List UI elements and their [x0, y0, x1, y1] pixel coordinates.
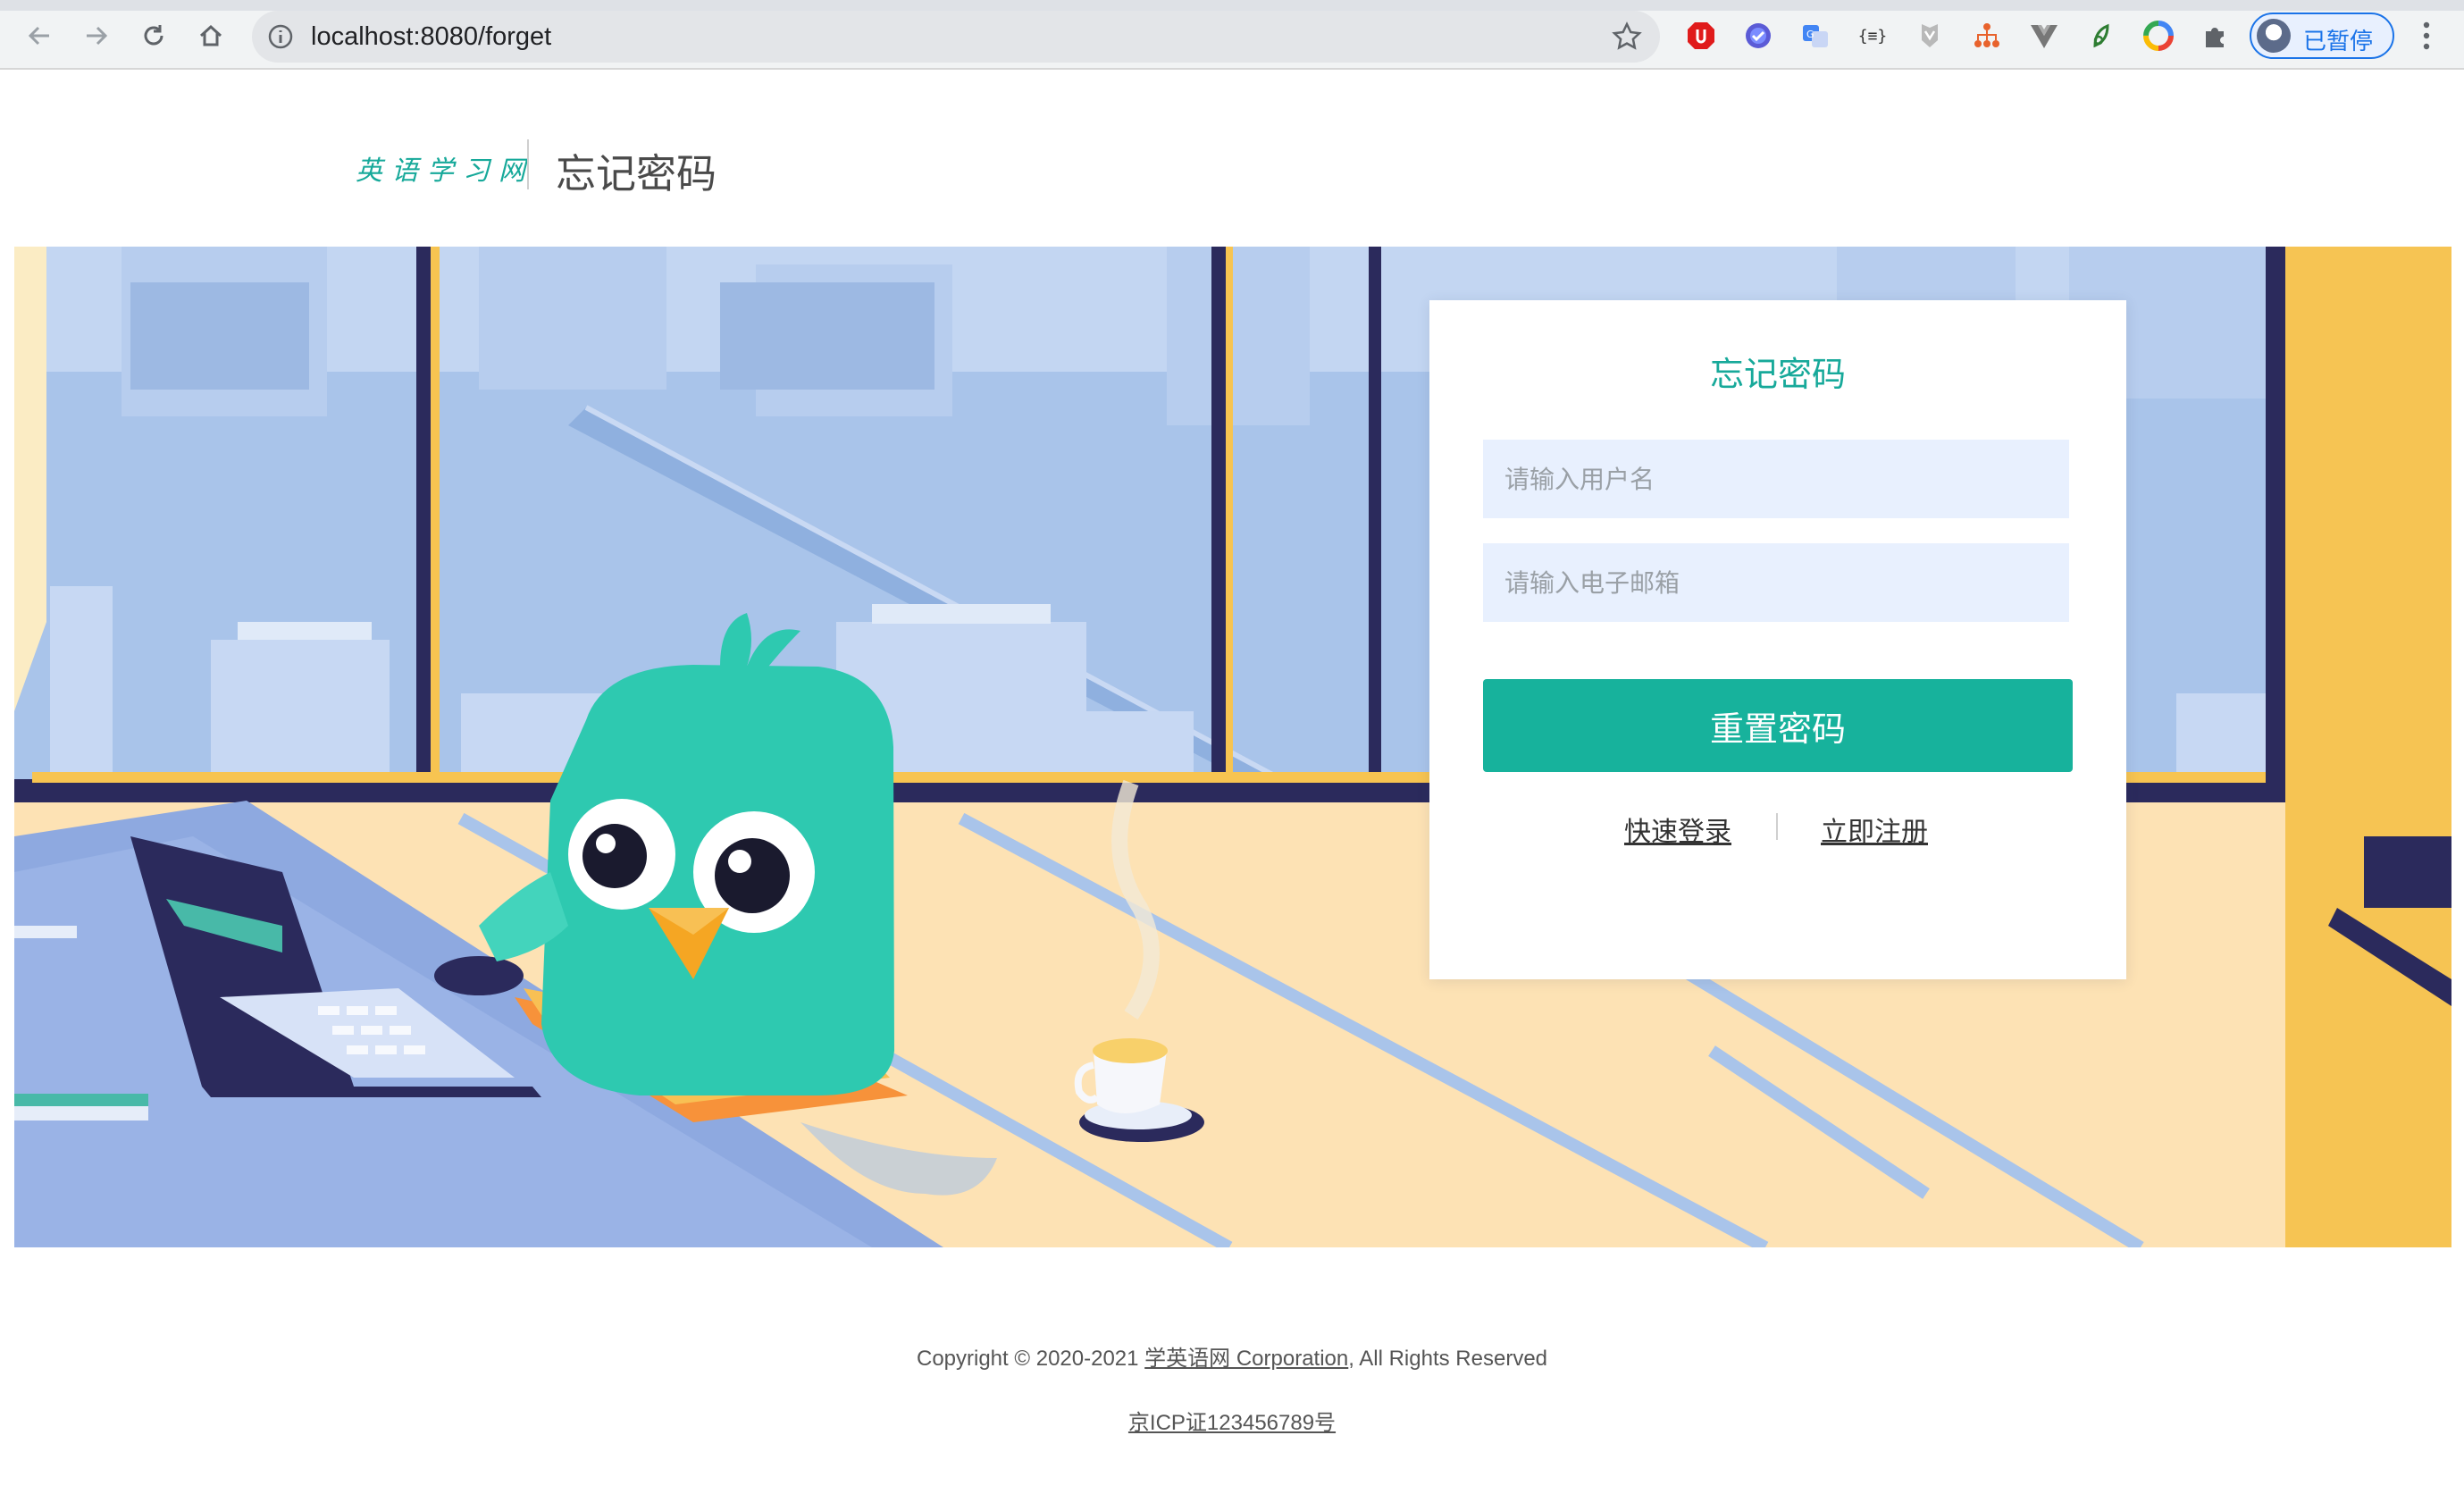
ublock-icon[interactable]	[1685, 20, 1717, 52]
profile-button[interactable]: 已暂停	[2250, 13, 2394, 59]
shield-extension-icon[interactable]	[1914, 20, 1946, 52]
tab-strip	[0, 0, 2464, 11]
link-divider	[1776, 813, 1778, 840]
arrow-right-icon	[87, 26, 108, 46]
browser-toolbar: localhost:8080/forget G {≡} 已暂停	[0, 0, 2464, 70]
back-button[interactable]	[20, 16, 59, 55]
page-title: 忘记密码	[556, 150, 717, 197]
bookmark-star-icon[interactable]	[1612, 21, 1642, 52]
avatar	[2257, 19, 2291, 53]
header-divider	[527, 139, 529, 189]
site-logo[interactable]: 英语学习网	[356, 148, 534, 188]
footer-copyright: Copyright © 2020-2021 学英语网 Corporation, …	[0, 1340, 2464, 1372]
forget-password-card: 忘记密码 重置密码 快速登录 立即注册	[1429, 300, 2126, 979]
reset-password-button[interactable]: 重置密码	[1483, 679, 2073, 772]
more-menu-icon[interactable]	[2418, 18, 2435, 54]
profile-status: 已暂停	[2303, 29, 2374, 55]
svg-text:G: G	[1806, 29, 1814, 40]
quick-login-link[interactable]: 快速登录	[1624, 810, 1731, 849]
form-title: 忘记密码	[1709, 355, 1846, 394]
address-bar[interactable]: localhost:8080/forget	[252, 11, 1660, 63]
sitemap-icon[interactable]	[1971, 20, 2003, 52]
home-icon	[199, 24, 222, 46]
username-input[interactable]	[1483, 440, 2069, 518]
register-link[interactable]: 立即注册	[1821, 810, 1928, 849]
translate-icon[interactable]: G	[1799, 20, 1831, 52]
json-viewer-icon[interactable]: {≡}	[1856, 20, 1889, 52]
home-button[interactable]	[191, 16, 230, 55]
verified-check-icon[interactable]	[1742, 20, 1774, 52]
leaf-extension-icon[interactable]	[2085, 20, 2117, 52]
color-picker-icon[interactable]	[2142, 20, 2175, 52]
forward-button[interactable]	[77, 16, 116, 55]
reload-button[interactable]	[134, 16, 173, 55]
vue-devtools-icon[interactable]	[2028, 20, 2060, 52]
url-text: localhost:8080/forget	[311, 22, 552, 51]
icp-license-link[interactable]: 京ICP证123456789号	[0, 1405, 2464, 1436]
puzzle-extensions-icon[interactable]	[2200, 20, 2232, 52]
copyright-prefix: Copyright © 2020-2021	[916, 1347, 1145, 1371]
email-input[interactable]	[1483, 543, 2069, 622]
info-icon[interactable]	[266, 22, 295, 51]
copyright-suffix: , All Rights Reserved	[1348, 1347, 1548, 1371]
company-link[interactable]: 学英语网 Corporation	[1144, 1347, 1348, 1371]
arrow-left-icon	[28, 26, 49, 46]
reload-icon	[144, 25, 163, 46]
